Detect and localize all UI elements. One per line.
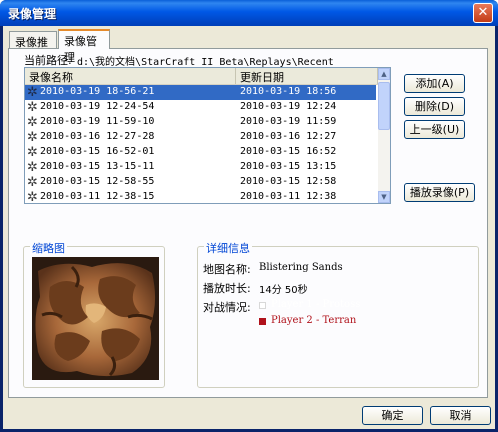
replay-row[interactable]: ✲ 2010-03-19 18-56-21 2010-03-19 18:56 — [25, 85, 378, 100]
duration-value: 14分 50秒 — [259, 285, 308, 296]
tab-replay-recommend[interactable]: 录像推荐 — [9, 31, 57, 65]
replay-name: 2010-03-15 12-58-55 — [40, 176, 155, 187]
replay-icon: ✲ — [27, 175, 38, 190]
duration-label: 播放时长: — [203, 282, 251, 295]
close-icon: ✕ — [477, 5, 489, 20]
current-path-value: d:\我的文档\StarCraft II Beta\Replays\Recent — [77, 57, 334, 68]
map-preview-image — [32, 257, 159, 380]
replay-name: 2010-03-19 11-59-10 — [40, 116, 155, 127]
replay-list-header: 录像名称 更新日期 — [25, 68, 378, 85]
replay-row[interactable]: ✲ 2010-03-15 13-15-11 2010-03-15 13:15 — [25, 160, 378, 175]
replay-name: 2010-03-16 12-27-28 — [40, 131, 155, 142]
replay-list-body: ✲ 2010-03-19 18-56-21 2010-03-19 18:56 ✲ 2… — [25, 85, 378, 203]
replay-row[interactable]: ✲ 2010-03-15 16-52-01 2010-03-15 16:52 — [25, 145, 378, 160]
up-level-button[interactable]: 上一级(U) — [404, 120, 465, 139]
title-bar[interactable]: 录像管理 ✕ — [0, 0, 498, 26]
replay-date: 2010-03-15 12:58 — [240, 176, 337, 187]
replay-date: 2010-03-16 12:27 — [240, 131, 337, 142]
window-title: 录像管理 — [8, 7, 57, 21]
replay-list[interactable]: 录像名称 更新日期 ✲ 2010-03-19 18-56-21 2010-03-1… — [24, 67, 391, 204]
replay-date: 2010-03-11 12:38 — [240, 191, 337, 202]
replay-date: 2010-03-19 11:59 — [240, 116, 337, 127]
replay-icon: ✲ — [27, 190, 38, 203]
replay-icon: ✲ — [27, 160, 38, 175]
replay-row[interactable]: ✲ 2010-03-19 11-59-10 2010-03-19 11:59 — [25, 115, 378, 130]
replay-icon: ✲ — [27, 145, 38, 160]
replay-manager-window: 录像管理 ✕ 录像推荐 录像管理 当前路径: d:\我的文档\StarCraft… — [0, 0, 498, 432]
thumbnail-group: 缩略图 — [23, 240, 165, 388]
replay-row[interactable]: ✲ 2010-03-15 12-58-55 2010-03-15 12:58 — [25, 175, 378, 190]
ok-button[interactable]: 确定 — [362, 406, 423, 425]
tab-replay-manage[interactable]: 录像管理 — [58, 29, 110, 64]
replay-icon: ✲ — [27, 130, 38, 145]
replay-date: 2010-03-15 16:52 — [240, 146, 337, 157]
map-name-value: Blistering Sands — [259, 262, 343, 273]
replay-name: 2010-03-15 13-15-11 — [40, 161, 155, 172]
column-header-update-date[interactable]: 更新日期 — [236, 68, 378, 84]
details-title: 详细信息 — [204, 240, 252, 256]
details-group: 详细信息 地图名称: Blistering Sands 播放时长: 14分 50… — [197, 240, 479, 388]
replay-icon: ✲ — [27, 115, 38, 130]
replay-date: 2010-03-19 18:56 — [240, 86, 337, 97]
player-2-entry: Player 2 - Terran — [271, 315, 357, 326]
replay-icon: ✲ — [27, 100, 38, 115]
close-button[interactable]: ✕ — [473, 3, 493, 23]
tab-panel-replay-manage: 当前路径: d:\我的文档\StarCraft II Beta\Replays\… — [8, 48, 488, 398]
play-replay-button[interactable]: 播放录像(P) — [404, 183, 475, 202]
scroll-down-icon[interactable]: ▼ — [378, 191, 390, 203]
player-1-entry: Player 1 - Protoss — [271, 299, 361, 310]
replay-icon: ✲ — [27, 85, 38, 100]
replay-name: 2010-03-19 12-24-54 — [40, 101, 155, 112]
scroll-up-icon[interactable]: ▲ — [378, 68, 390, 80]
player-1-color-swatch — [259, 302, 266, 309]
column-header-replay-name[interactable]: 录像名称 — [25, 68, 236, 84]
thumbnail-title: 缩略图 — [30, 240, 67, 256]
add-button[interactable]: 添加(A) — [404, 74, 465, 93]
battle-status-label: 对战情况: — [203, 301, 251, 314]
replay-name: 2010-03-11 12-38-15 — [40, 191, 155, 202]
details-content: 地图名称: Blistering Sands 播放时长: 14分 50秒 对战情… — [203, 261, 473, 381]
replay-row[interactable]: ✲ 2010-03-19 12-24-54 2010-03-19 12:24 — [25, 100, 378, 115]
replay-row[interactable]: ✲ 2010-03-16 12-27-28 2010-03-16 12:27 — [25, 130, 378, 145]
replay-date: 2010-03-15 13:15 — [240, 161, 337, 172]
map-thumbnail — [32, 257, 159, 380]
dialog-client-area: 录像推荐 录像管理 当前路径: d:\我的文档\StarCraft II Bet… — [3, 26, 495, 429]
replay-date: 2010-03-19 12:24 — [240, 101, 337, 112]
replay-name: 2010-03-15 16-52-01 — [40, 146, 155, 157]
map-name-label: 地图名称: — [203, 263, 251, 276]
replay-row[interactable]: ✲ 2010-03-11 12-38-15 2010-03-11 12:38 — [25, 190, 378, 203]
delete-button[interactable]: 删除(D) — [404, 97, 465, 116]
replay-list-scrollbar[interactable]: ▲ ▼ — [378, 68, 390, 203]
scrollbar-thumb[interactable] — [378, 82, 390, 130]
replay-name: 2010-03-19 18-56-21 — [40, 86, 155, 97]
cancel-button[interactable]: 取消 — [430, 406, 491, 425]
player-2-color-swatch — [259, 318, 266, 325]
